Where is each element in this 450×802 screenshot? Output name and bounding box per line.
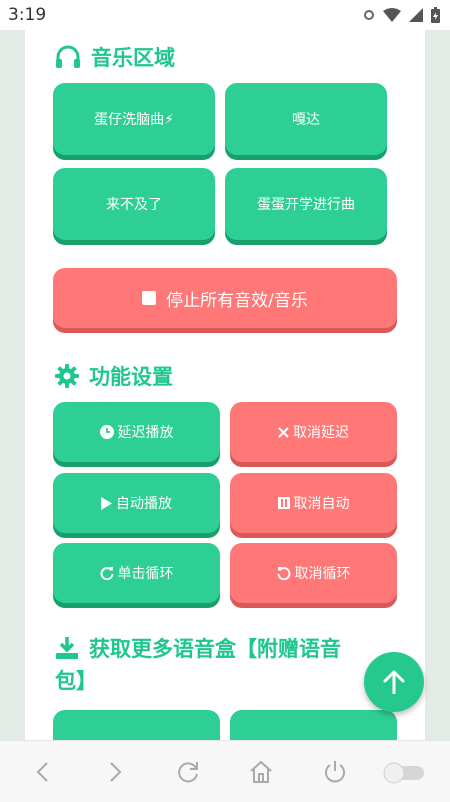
forward-button[interactable] [102,758,130,786]
refresh-button[interactable] [174,758,202,786]
stop-all-label: 停止所有音效/音乐 [166,290,308,311]
toggle-switch[interactable] [382,758,426,786]
refresh-icon [178,762,198,783]
more-title-line1: 获取更多语音盒【附赠语音 [89,637,341,661]
music-button-4[interactable]: 蛋蛋开学进行曲 [225,168,387,240]
power-button[interactable] [321,758,349,786]
click-loop-label: 单击循环 [117,566,174,582]
cell-signal-icon [409,8,423,22]
music-button-3-label: 来不及了 [106,197,162,213]
music-button-2[interactable]: 嘎达 [225,83,387,155]
cancel-loop-label: 取消循环 [294,566,351,582]
delay-play-label: 延迟播放 [117,425,174,441]
back-button[interactable] [28,758,56,786]
more-button-1[interactable] [53,710,220,740]
music-button-4-label: 蛋蛋开学进行曲 [257,197,355,213]
delay-play-button[interactable]: 延迟播放 [53,402,220,462]
click-loop-button[interactable]: 单击循环 [53,543,220,603]
arrow-up-icon [383,670,405,694]
music-button-3[interactable]: 来不及了 [53,168,215,240]
more-button-2[interactable] [230,710,397,740]
music-title-text: 音乐区域 [91,46,175,70]
download-icon [56,637,78,659]
status-time: 3:19 [8,5,47,25]
music-button-1-label: 蛋仔洗脑曲⚡ [94,112,174,128]
browser-nav-bar [0,740,450,802]
play-icon [101,496,112,510]
stop-icon [142,291,157,305]
home-button[interactable] [247,758,275,786]
status-bar: 3:19 [0,0,450,30]
undo-icon [277,567,290,580]
settings-title-text: 功能设置 [89,365,173,389]
pause-icon [277,497,290,509]
home-icon [250,760,272,783]
music-section-title: 音乐区域 [55,42,175,72]
redo-icon [100,567,113,580]
stop-all-button[interactable]: 停止所有音效/音乐 [53,268,397,328]
auto-play-button[interactable]: 自动播放 [53,473,220,533]
settings-section-title: 功能设置 [55,361,173,391]
toggle-icon [383,762,424,784]
cancel-auto-label: 取消自动 [293,496,350,512]
battery-icon [431,7,440,23]
x-icon [278,426,289,438]
power-icon [325,761,345,783]
more-title-line2: 包】 [55,669,97,693]
chevron-left-icon [36,762,48,782]
cancel-delay-button[interactable]: 取消延迟 [230,402,397,462]
auto-play-label: 自动播放 [116,496,172,512]
gear-icon [55,364,79,388]
clock-icon [99,425,114,439]
content-panel: 音乐区域 蛋仔洗脑曲⚡ 嘎达 来不及了 蛋蛋开学进行曲 停止所有音效/音乐 功能… [25,30,425,740]
status-icons [363,7,440,23]
chevron-right-icon [110,762,122,782]
more-section-title: 获取更多语音盒【附赠语音 包】 [55,633,341,697]
cancel-delay-label: 取消延迟 [293,425,349,441]
music-button-1[interactable]: 蛋仔洗脑曲⚡ [53,83,215,155]
cancel-auto-button[interactable]: 取消自动 [230,473,397,533]
music-button-2-label: 嘎达 [292,112,320,128]
cancel-loop-button[interactable]: 取消循环 [230,543,397,603]
wifi-icon [383,8,401,22]
signal-dot-icon [364,10,374,20]
scroll-top-button[interactable] [364,652,424,712]
headphones-icon [56,45,80,68]
